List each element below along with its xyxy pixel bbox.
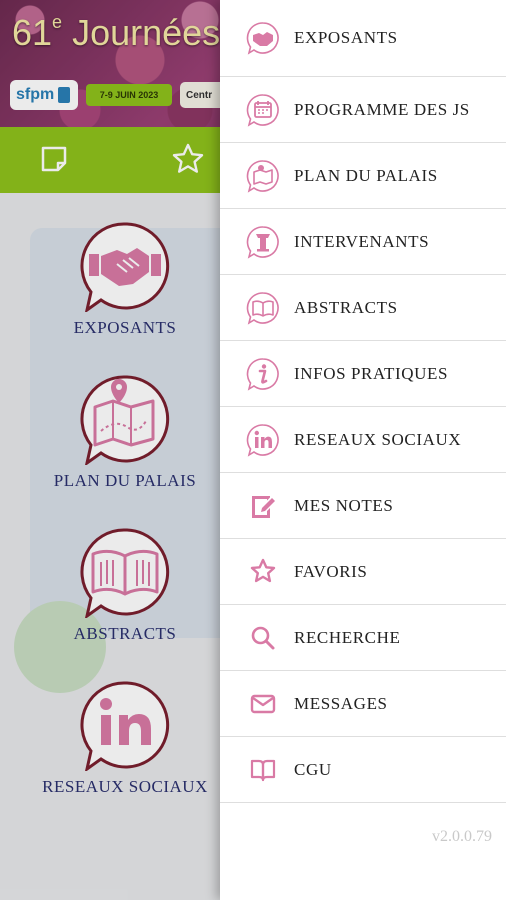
menu-item-label: PLAN DU PALAIS xyxy=(294,165,438,185)
linkedin-icon xyxy=(246,423,280,457)
menu-item-favoris[interactable]: FAVORIS xyxy=(220,539,506,605)
menu-item-label: ABSTRACTS xyxy=(294,297,398,317)
menu-item-abstracts[interactable]: ABSTRACTS xyxy=(220,275,506,341)
open-book-icon xyxy=(246,753,280,787)
menu-item-label: INFOS PRATIQUES xyxy=(294,363,448,383)
calendar-icon xyxy=(246,93,280,127)
info-icon xyxy=(246,357,280,391)
menu-item-mes-notes[interactable]: MES NOTES xyxy=(220,473,506,539)
menu-item-cgu[interactable]: CGU xyxy=(220,737,506,803)
handshake-icon xyxy=(246,21,280,55)
menu-item-exposants[interactable]: EXPOSANTS xyxy=(220,0,506,77)
menu-item-label: FAVORIS xyxy=(294,561,368,581)
menu-item-plan-du-palais[interactable]: PLAN DU PALAIS xyxy=(220,143,506,209)
menu-item-intervenants[interactable]: INTERVENANTS xyxy=(220,209,506,275)
navigation-drawer: EXPOSANTS PROGRAMME DES JS PLAN DU PALAI… xyxy=(220,0,506,900)
menu-item-programme[interactable]: PROGRAMME DES JS xyxy=(220,77,506,143)
menu-item-label: INTERVENANTS xyxy=(294,231,430,251)
menu-item-label: EXPOSANTS xyxy=(294,28,398,47)
book-icon xyxy=(246,291,280,325)
menu-item-label: PROGRAMME DES JS xyxy=(294,99,470,119)
menu-item-recherche[interactable]: RECHERCHE xyxy=(220,605,506,671)
menu-item-label: CGU xyxy=(294,759,332,779)
map-icon xyxy=(246,159,280,193)
menu-item-infos-pratiques[interactable]: INFOS PRATIQUES xyxy=(220,341,506,407)
menu-item-label: MESSAGES xyxy=(294,693,388,713)
star-icon xyxy=(246,555,280,589)
menu-item-messages[interactable]: MESSAGES xyxy=(220,671,506,737)
edit-note-icon xyxy=(246,489,280,523)
app-version: v2.0.0.79 xyxy=(432,828,492,845)
lectern-icon xyxy=(246,225,280,259)
mail-icon xyxy=(246,687,280,721)
menu-item-label: RESEAUX SOCIAUX xyxy=(294,429,462,449)
menu-item-label: MES NOTES xyxy=(294,495,394,515)
menu-item-label: RECHERCHE xyxy=(294,627,401,647)
search-icon xyxy=(246,621,280,655)
menu-item-reseaux-sociaux[interactable]: RESEAUX SOCIAUX xyxy=(220,407,506,473)
